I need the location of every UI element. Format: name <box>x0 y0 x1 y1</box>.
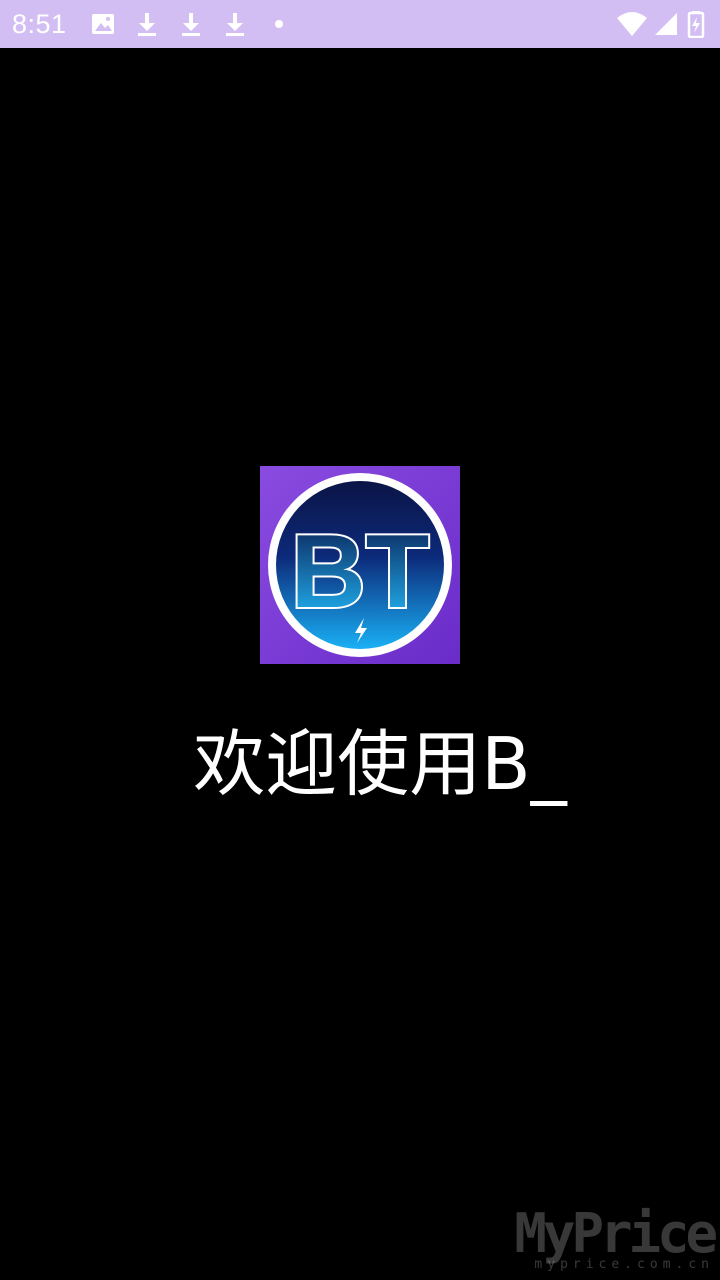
download-icon <box>177 10 205 38</box>
logo-text: BT <box>291 514 430 630</box>
wifi-icon <box>616 10 648 38</box>
dot-icon <box>265 10 293 38</box>
signal-icon <box>652 10 680 38</box>
watermark: MyPrice myprice.com.cn <box>514 1202 718 1272</box>
download-icon <box>221 10 249 38</box>
welcome-text: 欢迎使用B_ <box>193 722 567 806</box>
status-bar: 8:51 <box>0 0 720 48</box>
watermark-main: MyPrice <box>514 1202 718 1265</box>
app-logo: BT <box>260 466 460 664</box>
download-icon <box>133 10 161 38</box>
watermark-sub: myprice.com.cn <box>534 1257 714 1272</box>
battery-charging-icon <box>686 10 706 38</box>
status-time: 8:51 <box>12 9 67 39</box>
image-icon <box>89 10 117 38</box>
